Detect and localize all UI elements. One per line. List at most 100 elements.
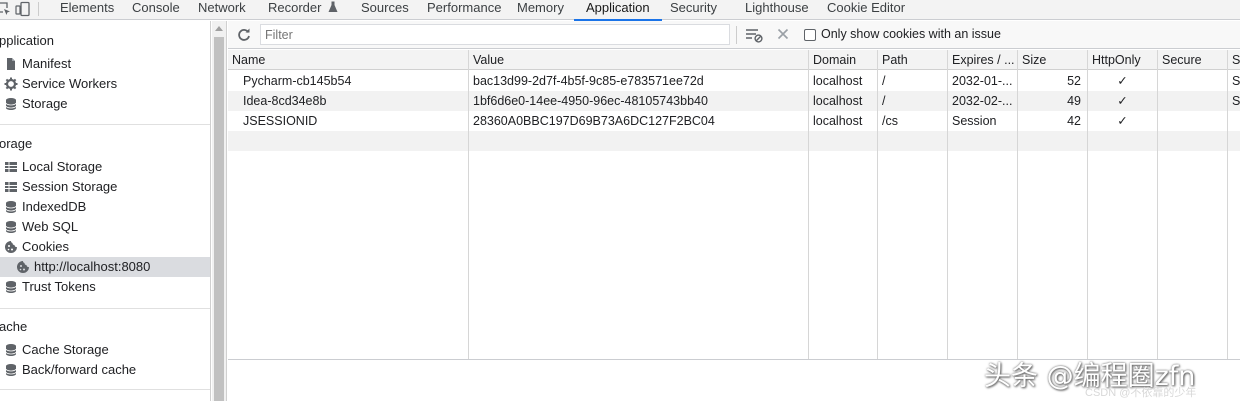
clear-all-cookies-icon[interactable] <box>745 27 763 43</box>
tab-sources[interactable]: Sources <box>361 0 409 20</box>
sidebar-item-label: Back/forward cache <box>22 362 137 377</box>
scroll-up-arrow-icon[interactable] <box>215 26 223 31</box>
sidebar-item-label: Cookies <box>22 239 69 254</box>
only-issues-checkbox[interactable] <box>804 29 816 41</box>
cookie-secure <box>1158 91 1227 111</box>
database-icon <box>5 221 17 233</box>
sidebar-item-session-storage[interactable]: Session Storage <box>0 177 210 197</box>
devtools-tab-bar: Elements Console Network Recorder Source… <box>0 0 1240 21</box>
cookies-table: Name Value Domain Path Expires / ... Siz… <box>228 50 1240 359</box>
tab-network[interactable]: Network <box>198 0 246 20</box>
sidebar-item-cookies[interactable]: Cookies <box>0 237 210 257</box>
column-divider[interactable] <box>877 50 878 359</box>
cookie-samesite: St <box>1232 94 1240 108</box>
column-header-path[interactable]: Path <box>878 50 947 70</box>
toolbar-separator <box>38 2 39 16</box>
table-row[interactable]: JSESSIONID 28360A0BBC197D69B73A6DC127F2B… <box>228 111 1240 131</box>
cookie-size: 42 <box>1067 114 1081 128</box>
column-header-size[interactable]: Size <box>1018 50 1087 70</box>
cookie-domain: localhost <box>813 74 863 88</box>
sidebar-item-label: Session Storage <box>22 179 118 194</box>
cookie-samesite <box>1228 111 1240 131</box>
database-icon <box>5 98 17 110</box>
column-header-expires[interactable]: Expires / ... <box>948 50 1017 70</box>
tab-lighthouse[interactable]: Lighthouse <box>745 0 809 20</box>
column-divider[interactable] <box>1087 50 1088 359</box>
sidebar-section-application: pplication <box>0 33 54 48</box>
column-header-httponly[interactable]: HttpOnly <box>1088 50 1157 70</box>
column-header-name[interactable]: Name <box>228 50 468 70</box>
cookie-expires: 2032-02-... <box>952 94 1013 108</box>
device-toolbar-icon[interactable] <box>15 1 31 17</box>
cookie-expires: Session <box>952 114 997 128</box>
gear-icon <box>4 77 18 91</box>
cookie-path: / <box>882 74 886 88</box>
sidebar-item-web-sql[interactable]: Web SQL <box>0 217 210 237</box>
tab-memory[interactable]: Memory <box>517 0 564 20</box>
tab-elements[interactable]: Elements <box>60 0 114 20</box>
flask-icon <box>328 1 338 12</box>
tab-performance[interactable]: Performance <box>427 0 501 20</box>
column-header-domain[interactable]: Domain <box>809 50 877 70</box>
tab-security[interactable]: Security <box>670 0 717 20</box>
table-row[interactable]: Pycharm-cb145b54 bac13d99-2d7f-4b5f-9c85… <box>228 71 1240 91</box>
column-divider[interactable] <box>1017 50 1018 359</box>
tab-cookie-editor[interactable]: Cookie Editor <box>827 0 905 20</box>
sidebar-item-back-forward-cache[interactable]: Back/forward cache <box>0 360 210 380</box>
cookie-httponly: ✓ <box>1117 114 1128 128</box>
sidebar-item-cache-storage[interactable]: Cache Storage <box>0 340 210 360</box>
only-issues-label: Only show cookies with an issue <box>821 27 1001 41</box>
cookie-size: 49 <box>1067 94 1081 108</box>
database-icon <box>5 201 17 213</box>
cookie-name: Idea-8cd34e8b <box>243 94 327 108</box>
column-divider[interactable] <box>1227 50 1228 359</box>
sidebar-item-manifest[interactable]: Manifest <box>0 54 210 74</box>
tab-application[interactable]: Application <box>574 0 662 21</box>
sidebar-scrollbar[interactable] <box>212 21 227 401</box>
sidebar-item-trust-tokens[interactable]: Trust Tokens <box>0 277 210 297</box>
column-header-samesite[interactable]: Sa <box>1228 50 1240 70</box>
sidebar-item-service-workers[interactable]: Service Workers <box>0 74 210 94</box>
column-divider[interactable] <box>947 50 948 359</box>
cookie-domain: localhost <box>813 94 863 108</box>
cookie-name: JSESSIONID <box>243 114 318 128</box>
watermark-subtext: CSDN @不依靠的少年 <box>1085 387 1197 399</box>
tab-recorder-label: Recorder <box>268 0 322 15</box>
cookie-httponly: ✓ <box>1117 74 1128 88</box>
sidebar-item-storage[interactable]: Storage <box>0 94 210 114</box>
column-divider[interactable] <box>808 50 809 359</box>
application-sidebar: pplication Manifest Service Workers Stor… <box>0 21 211 401</box>
cookie-expires: 2032-01-... <box>952 74 1013 88</box>
tab-recorder[interactable]: Recorder <box>268 0 338 20</box>
column-divider[interactable] <box>468 50 469 359</box>
column-header-value[interactable]: Value <box>469 50 808 70</box>
cookie-secure <box>1158 111 1227 131</box>
filter-input[interactable] <box>260 24 730 45</box>
sidebar-item-indexeddb[interactable]: IndexedDB <box>0 197 210 217</box>
sidebar-item-label: Manifest <box>22 56 72 71</box>
cookie-icon <box>5 241 17 253</box>
refresh-icon[interactable] <box>236 27 252 43</box>
column-header-secure[interactable]: Secure <box>1158 50 1227 70</box>
sidebar-item-label: Storage <box>22 96 68 111</box>
table-header: Name Value Domain Path Expires / ... Siz… <box>228 50 1240 70</box>
sidebar-section-cache: ache <box>0 319 28 334</box>
cookie-name: Pycharm-cb145b54 <box>243 74 352 88</box>
grid-icon <box>5 162 17 172</box>
cookie-secure <box>1158 71 1227 91</box>
sidebar-section-storage: orage <box>0 136 33 151</box>
sidebar-item-label: Local Storage <box>22 159 103 174</box>
sidebar-divider <box>0 124 210 125</box>
delete-selected-icon[interactable] <box>775 26 791 42</box>
scrollbar-thumb[interactable] <box>214 37 224 401</box>
sidebar-divider <box>0 308 210 309</box>
tab-console[interactable]: Console <box>132 0 180 20</box>
inspect-element-icon[interactable] <box>0 1 12 17</box>
table-row-empty <box>228 131 1240 151</box>
column-divider[interactable] <box>1157 50 1158 359</box>
cookie-httponly: ✓ <box>1117 94 1128 108</box>
cookies-toolbar: Only show cookies with an issue <box>228 21 1240 49</box>
sidebar-item-cookie-origin[interactable]: http://localhost:8080 <box>0 257 210 277</box>
sidebar-item-local-storage[interactable]: Local Storage <box>0 157 210 177</box>
table-row[interactable]: Idea-8cd34e8b 1bf6d6e0-14ee-4950-96ec-48… <box>228 91 1240 111</box>
